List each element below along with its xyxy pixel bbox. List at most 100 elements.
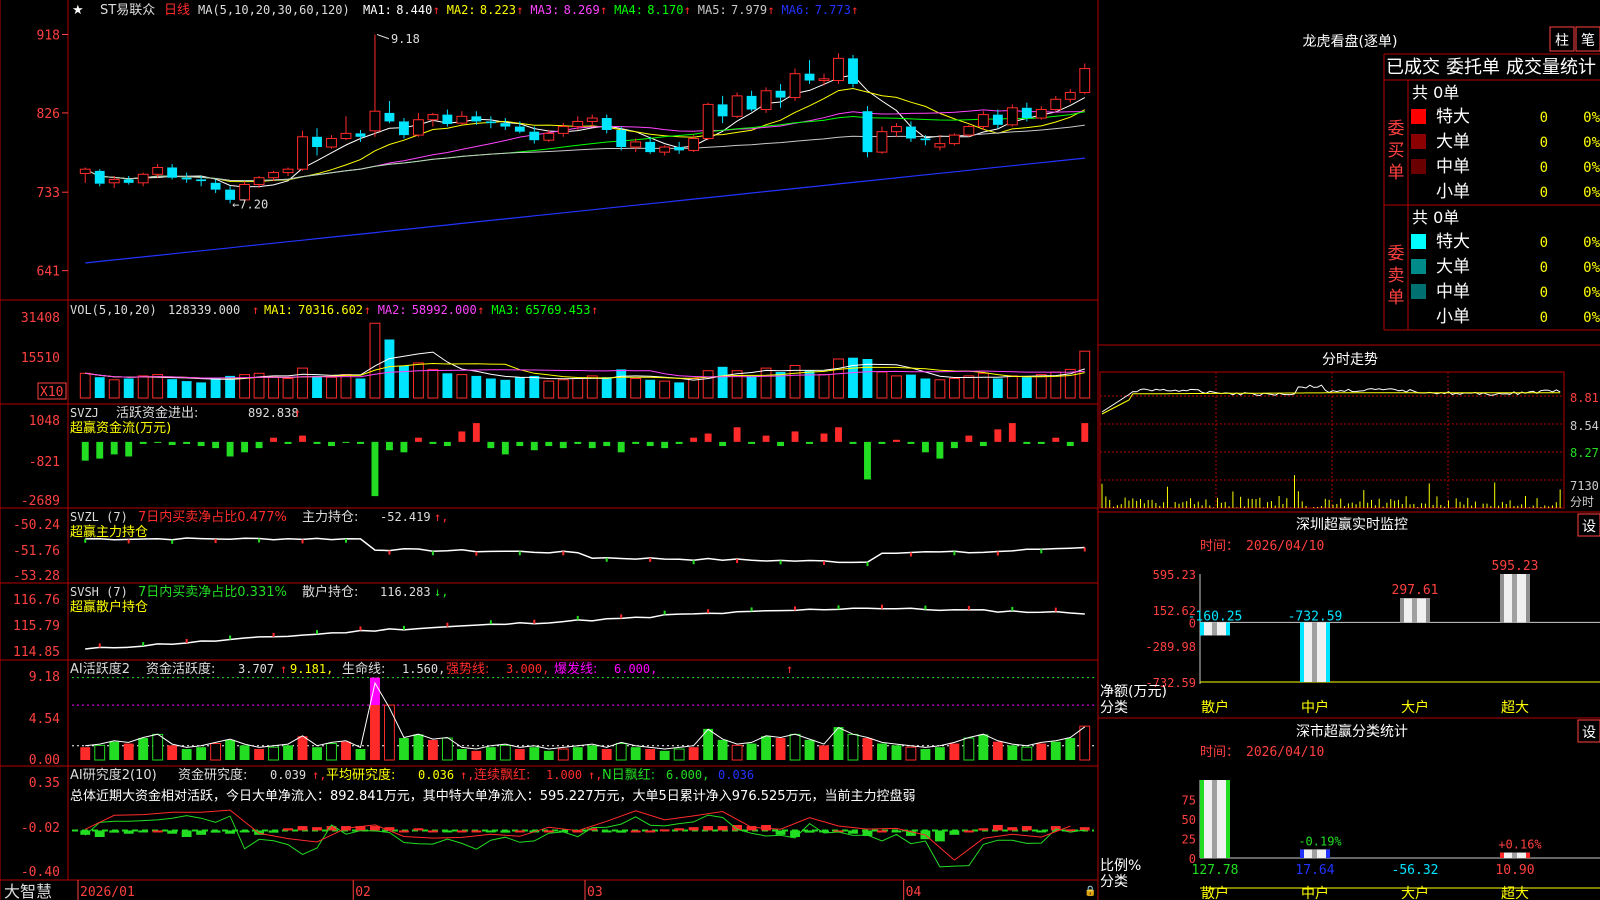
- volume-bar-up: [702, 370, 714, 399]
- activity-bar-hollow: [847, 733, 859, 761]
- x-axis-label: 2026/01: [80, 885, 135, 900]
- ma10-line: [84, 87, 1086, 183]
- lhkp-row-pct: 0%: [1583, 310, 1600, 326]
- high-marker-line: [376, 34, 390, 40]
- sz-category-panel[interactable]: 深市超赢分类统计 设时间： 2026/04/107550250127.78 17.64…: [1098, 717, 1600, 900]
- candle-up: [1006, 107, 1018, 126]
- activity-bar: [645, 749, 656, 760]
- volume-bar-down: [906, 374, 916, 398]
- lhkp-tab[interactable]: 成交量统计: [1506, 57, 1596, 78]
- lhkp-panel[interactable]: 龙虎看盘(逐单) 柱笔已成交 委托单 成交量统计委买单共 0单特大 0 0%大单 0 0%中单…: [1303, 26, 1600, 331]
- cat-axis-label: 25: [1182, 833, 1196, 847]
- vol-ma1-line: [85, 351, 1085, 381]
- flow-bar-in: [1052, 437, 1060, 442]
- ai1-desc: 资金活跃度:: [146, 661, 215, 677]
- sz-monitor-panel[interactable]: 深圳超赢实时监控 设时间： 2026/04/10595.23152.620-289.…: [1098, 511, 1600, 716]
- vol-value: 128339.000: [168, 303, 240, 317]
- lhkp-tab[interactable]: 委托单: [1446, 57, 1500, 78]
- volume-bar-up: [282, 378, 294, 399]
- svzj-axis-label: -821: [29, 455, 60, 470]
- activity-bar-hollow: [789, 733, 801, 761]
- flow-bar-out: [226, 441, 234, 457]
- volume-bar-up: [688, 378, 700, 399]
- candle-up: [152, 166, 164, 175]
- lhkp-row-pct: 0%: [1583, 185, 1600, 201]
- svsh-tick: [533, 619, 536, 624]
- svsh-panel[interactable]: SVSH (7) 7日内买卖净占比0.331% 散户持仓: 116.283 ↓, 超赢散户…: [13, 584, 1085, 660]
- candle-up: [572, 120, 584, 128]
- svsh-tick: [446, 622, 449, 627]
- activity-bar-hollow: [152, 733, 164, 761]
- sz-monitor-settings: 设: [1582, 519, 1596, 535]
- volume-bar-up: [297, 367, 308, 399]
- ai1-axis-label: 0.00: [29, 753, 60, 768]
- research-bar: [239, 830, 250, 833]
- left-chart-area[interactable]: ★ ST易联众 日线 MA(5,10,20,30,60,120) MA1: 8.440 ↑ M…: [4, 3, 1096, 900]
- svzj-panel[interactable]: SVZJ 活跃资金进出: 892.838↑ 超赢资金流(万元) 1048 -821 -268…: [21, 405, 1089, 509]
- svzj-value: 892.838: [248, 406, 299, 420]
- cat-bar: [1500, 852, 1530, 858]
- up-arrow-icon: ↑: [684, 3, 691, 17]
- sz-category-label: 大户: [1401, 699, 1429, 716]
- activity-bar: [630, 747, 641, 760]
- svsh-tick: [837, 605, 840, 610]
- svzl-tick: [909, 552, 912, 557]
- cat-pct-label: -0.19%: [1298, 834, 1342, 848]
- activity-bar: [587, 745, 598, 760]
- volume-bar-up: [948, 378, 960, 399]
- right-sidebar[interactable]: 龙虎看盘(逐单) 柱笔已成交 委托单 成交量统计委买单共 0单特大 0 0%大单 0 0%中单…: [1098, 26, 1600, 900]
- ma-label: MA(5,10,20,30,60,120): [198, 3, 350, 17]
- stock-title: ST易联众: [100, 3, 155, 18]
- activity-bar: [529, 747, 540, 760]
- volume-bar-up: [268, 376, 279, 399]
- candle-up: [1050, 98, 1062, 111]
- x-axis[interactable]: 大智慧 2026/01 02 03 04 🔒: [4, 880, 1096, 900]
- svzl-panel[interactable]: SVZL (7) 7日内买卖净占比0.477% 主力持仓: -52.419 ↑, 超赢主力…: [13, 509, 1086, 584]
- ai2-axis-label: -0.02: [21, 821, 60, 836]
- activity-bar: [891, 745, 902, 760]
- ai-research-panel[interactable]: AI研究度2(10) 资金研究度: 0.039 ↑, 平均研究度: 0.036 ↑, 连续飘红…: [21, 767, 1094, 880]
- svsh-tick: [880, 604, 883, 609]
- candle-down: [442, 114, 453, 124]
- lhkp-swatch: [1411, 284, 1426, 299]
- candle-down: [920, 138, 931, 141]
- flow-bar-out: [313, 441, 321, 444]
- ai1-burst-label: 爆发线:: [554, 661, 597, 677]
- volume-panel[interactable]: VOL(5,10,20) 128339.000 ↑ MA1: 70316.602 ↑ MA2…: [21, 303, 1091, 400]
- cat-bar: [1200, 780, 1230, 858]
- sz-category-settings: 设: [1582, 725, 1596, 741]
- sz-category-label: 超大: [1501, 700, 1529, 716]
- price-panel[interactable]: ★ ST易联众 日线 MA(5,10,20,30,60,120) MA1: 8.440 ↑ M…: [37, 3, 1091, 280]
- svsh-tick: [1054, 607, 1057, 612]
- flow-bar-out: [574, 441, 582, 444]
- volume-bar-down: [384, 339, 395, 398]
- sz-time-value: 2026/04/10: [1246, 539, 1324, 554]
- sz-category-label: 中户: [1301, 699, 1329, 716]
- activity-bar: [167, 745, 178, 760]
- lhkp-row-pct: 0%: [1583, 285, 1600, 301]
- cat-bar-edge: [1300, 849, 1304, 858]
- research-bar: [616, 830, 627, 833]
- ma-name: MA2:: [447, 3, 476, 17]
- candle-up: [79, 168, 91, 174]
- lhkp-tab[interactable]: 已成交: [1386, 57, 1440, 78]
- svsh-tick: [750, 607, 753, 612]
- svsh-tick: [402, 625, 405, 630]
- svzj-axis-label: 1048: [29, 414, 60, 429]
- volume-bar-down: [312, 375, 322, 398]
- candle-up: [557, 126, 569, 134]
- ai-active-panel[interactable]: AI活跃度2 资金活跃度: 3.707 ↑ 9.181, 生命线: 1.560, 强势线: 3.…: [29, 661, 1094, 768]
- flow-bar-out: [603, 441, 611, 447]
- ai1-strong-value: 3.000,: [506, 662, 549, 676]
- flow-bar-out: [559, 441, 567, 449]
- candle-down: [906, 126, 916, 139]
- volume-bar-down: [94, 377, 105, 398]
- svsh-tick: [98, 643, 101, 648]
- research-bar: [442, 830, 453, 833]
- ma-value: 8.269: [564, 3, 600, 17]
- svzl-axis-label: -51.76: [13, 544, 60, 559]
- research-bar: [312, 827, 322, 831]
- intraday-panel[interactable]: 分时走势 8.81 8.54 8.27 7130 分时: [1098, 344, 1600, 509]
- volume-bar-down: [746, 375, 757, 398]
- research-bar: [500, 830, 511, 833]
